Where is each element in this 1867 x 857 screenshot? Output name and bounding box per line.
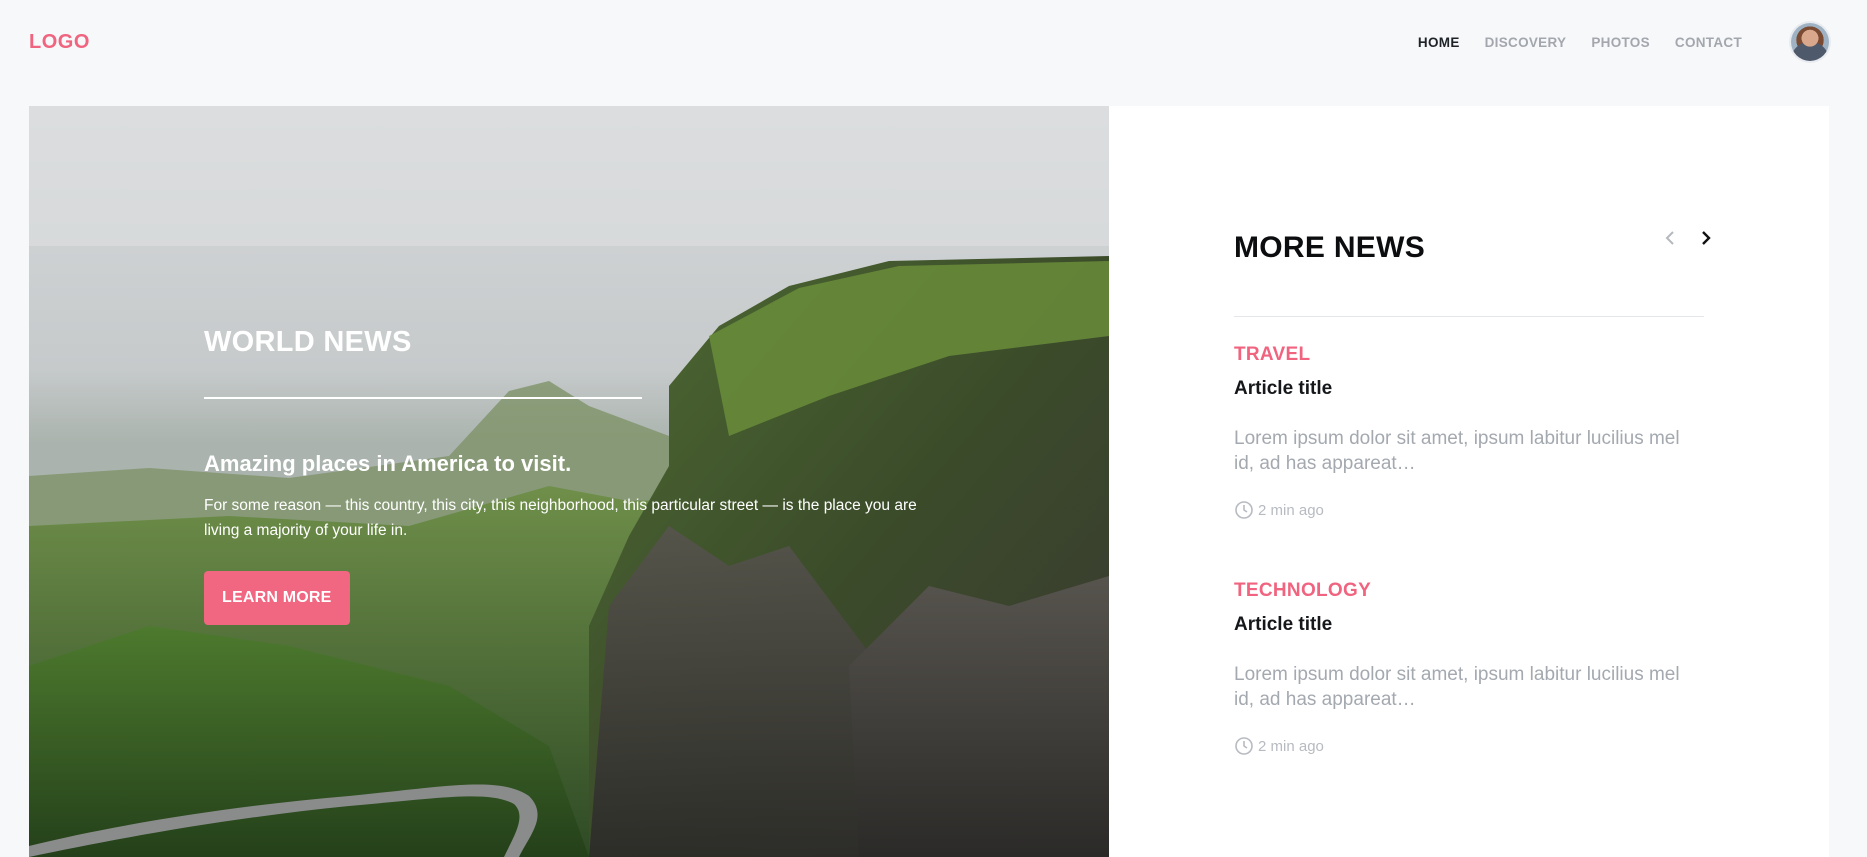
nav-item-contact[interactable]: CONTACT (1675, 35, 1742, 50)
article-time: 2 min ago (1258, 737, 1324, 755)
logo[interactable]: LOGO (29, 31, 90, 54)
article-category[interactable]: TRAVEL (1234, 344, 1704, 366)
hero-divider (204, 397, 642, 399)
hero-headline: Amazing places in America to visit. (204, 451, 572, 476)
article-title[interactable]: Article title (1234, 614, 1704, 636)
article-category[interactable]: TECHNOLOGY (1234, 580, 1704, 602)
article-excerpt: Lorem ipsum dolor sit amet, ipsum labitu… (1234, 428, 1680, 474)
clock-icon (1235, 501, 1253, 519)
hero-banner: WORLD NEWS Amazing places in America to … (29, 106, 1109, 857)
site-header: LOGO HOME DISCOVERY PHOTOS CONTACT (0, 0, 1867, 85)
carousel-arrows (1663, 228, 1713, 248)
nav-item-discovery[interactable]: DISCOVERY (1485, 35, 1567, 50)
article-title[interactable]: Article title (1234, 378, 1704, 400)
article-meta: 2 min ago (1234, 736, 1704, 756)
more-news-title: MORE NEWS (1234, 231, 1426, 264)
hero-content: WORLD NEWS Amazing places in America to … (204, 326, 964, 625)
clock-icon (1235, 737, 1253, 755)
article-excerpt: Lorem ipsum dolor sit amet, ipsum labitu… (1234, 664, 1680, 710)
divider (1234, 316, 1704, 317)
nav-item-photos[interactable]: PHOTOS (1591, 35, 1650, 50)
hero-kicker: WORLD NEWS (204, 326, 412, 358)
list-item[interactable]: TECHNOLOGY Article title Lorem ipsum dol… (1234, 580, 1704, 756)
hero-text: For some reason — this country, this cit… (204, 497, 917, 539)
nav-item-home[interactable]: HOME (1418, 35, 1460, 50)
article-time: 2 min ago (1258, 501, 1324, 519)
more-news-panel: MORE NEWS TRAVEL Article title Lorem ips… (1109, 106, 1829, 857)
chevron-left-icon[interactable] (1663, 228, 1677, 248)
learn-more-button[interactable]: LEARN MORE (204, 571, 350, 625)
main-nav: HOME DISCOVERY PHOTOS CONTACT (1393, 35, 1742, 50)
avatar[interactable] (1791, 23, 1829, 61)
chevron-right-icon[interactable] (1699, 228, 1713, 248)
article-meta: 2 min ago (1234, 500, 1704, 520)
list-item[interactable]: TRAVEL Article title Lorem ipsum dolor s… (1234, 344, 1704, 520)
